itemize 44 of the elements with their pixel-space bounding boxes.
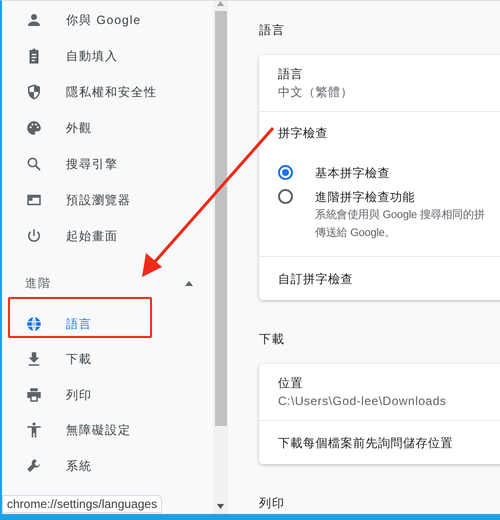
radio-button[interactable] (278, 165, 293, 180)
power-icon (25, 227, 43, 245)
shield-icon (25, 83, 43, 101)
sidebar-item[interactable]: 預設瀏覽器 (2, 182, 213, 218)
scroll-down-icon[interactable] (217, 504, 224, 509)
section-title: 下載 (259, 331, 286, 348)
option-description: 系統會使用與 Google 搜尋相同的拼 (315, 208, 485, 223)
status-url: chrome://settings/languages (2, 495, 162, 513)
section-title: 語言 (259, 22, 286, 39)
sidebar-item[interactable]: 外觀 (2, 110, 213, 146)
sidebar-item[interactable]: 搜尋引擎 (2, 146, 213, 182)
option-description: 傳送給 Google。 (315, 226, 396, 241)
printer-icon (25, 386, 43, 404)
globe-icon (25, 314, 43, 333)
sidebar-item[interactable]: 語言 (2, 306, 213, 342)
sidebar-item[interactable]: 自動填入 (2, 38, 213, 74)
setting-label: 位置 (278, 375, 304, 392)
sidebar-item[interactable]: 起始畫面 (2, 218, 213, 254)
setting-value: 中文（繁體） (278, 84, 354, 101)
sidebar-item[interactable]: 系統 (2, 448, 213, 484)
advanced-header[interactable]: 進階 (2, 260, 213, 306)
caret-icon (185, 280, 193, 286)
setting-row[interactable]: 自訂拼字檢查 (259, 256, 500, 300)
sidebar-item[interactable]: 下載 (2, 342, 213, 377)
section-title: 列印 (259, 495, 286, 512)
radio-label: 基本拼字檢查 (315, 165, 390, 182)
scrollbar[interactable] (213, 1, 228, 514)
radio-button[interactable] (278, 189, 293, 204)
setting-label: 拼字檢查 (278, 125, 329, 142)
setting-label: 語言 (278, 66, 304, 83)
wrench-icon (25, 456, 43, 475)
person-icon (25, 11, 43, 29)
search-icon (25, 155, 43, 173)
section-label: 進階 (25, 275, 51, 292)
setting-row[interactable]: 下載每個檔案前先詢問儲存位置 (259, 420, 500, 464)
sidebar-item[interactable]: 無障礙設定 (2, 412, 213, 448)
sidebar-item[interactable]: 隱私權和安全性 (2, 74, 213, 110)
setting-value: C:\Users\God-lee\Downloads (278, 393, 448, 410)
palette-icon (25, 119, 43, 137)
radio-label: 進階拼字檢查功能 (315, 189, 416, 206)
sidebar-item[interactable]: 你與 Google (2, 2, 213, 38)
sidebar-item[interactable]: 列印 (2, 377, 213, 412)
person-accessibility-icon (25, 421, 43, 440)
scroll-thumb[interactable] (214, 11, 226, 426)
